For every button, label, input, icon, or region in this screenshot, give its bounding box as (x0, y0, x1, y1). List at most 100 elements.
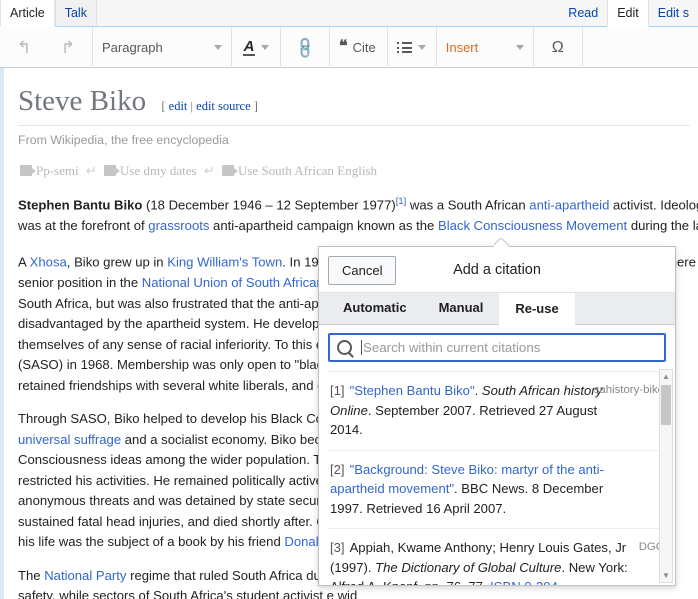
citation-text: . (474, 383, 482, 398)
bracket-separator: | (190, 99, 194, 113)
template-label-0[interactable]: Pp-semi (36, 163, 79, 178)
template-icon (221, 164, 238, 176)
text-run: e wid (323, 588, 358, 599)
dialog-tabs: Automatic Manual Re-use (319, 293, 675, 325)
dialog-beak (494, 238, 511, 247)
namespace-tab-bar: Article Talk Read Edit Edit s (0, 0, 698, 27)
text-run: was at the forefront of (18, 217, 149, 233)
citation-link[interactable]: "Stephen Bantu Biko" (350, 383, 475, 398)
wiki-link[interactable]: King William's Town (167, 255, 282, 270)
tab-re-use[interactable]: Re-use (499, 293, 575, 325)
undo-button[interactable]: ↰ (2, 33, 46, 63)
template-label-2[interactable]: Use South African English (238, 163, 377, 178)
link-button[interactable]: 🔗 (283, 33, 327, 63)
edit-source-link[interactable]: edit source (196, 99, 251, 113)
paragraph-format-label: Paragraph (102, 40, 163, 55)
view-tabs: Read Edit Edit s (559, 0, 698, 27)
wiki-link[interactable]: universal suffrage (18, 432, 121, 447)
link-icon: 🔗 (292, 35, 318, 61)
paragraph-format-group: Paragraph (93, 27, 232, 68)
list-dropdown[interactable] (390, 33, 434, 63)
wiki-link[interactable]: National Union of South African (142, 275, 324, 290)
text-run: safety, while sectors of South Africa's … (18, 588, 324, 599)
scrollbar-thumb[interactable] (661, 385, 671, 425)
text-run: during the late (630, 217, 698, 233)
results-scrollbar[interactable]: ▲ ▼ (659, 369, 673, 583)
text-run: activist. Ideologic (613, 197, 698, 213)
pilcrow-icon: ↵ (203, 162, 215, 178)
wiki-link[interactable]: anti-apartheid (529, 197, 609, 212)
tab-talk[interactable]: Talk (54, 0, 97, 26)
tab-article[interactable]: Article (0, 0, 55, 27)
text-run: retained friendships with several white … (18, 377, 325, 393)
reference-marker[interactable]: [1] (396, 196, 407, 207)
text-run: The (18, 567, 45, 583)
redo-icon: ↱ (60, 38, 76, 57)
wiki-link[interactable]: Xhosa (30, 255, 67, 270)
citation-result-item[interactable]: [1] "Stephen Bantu Biko". South African h… (328, 372, 666, 451)
insert-group: Insert (437, 27, 534, 68)
cite-label: Cite (352, 40, 376, 55)
wiki-link[interactable]: grassroots (148, 218, 209, 233)
template-label-1[interactable]: Use dmy dates (120, 163, 197, 178)
scroll-up-arrow-icon[interactable]: ▲ (660, 370, 672, 383)
citation-source-title: The Dictionary of Global Culture (375, 559, 562, 575)
link-group: 🔗 (281, 27, 330, 68)
special-character-group: Ω (534, 27, 583, 68)
text-run: , Biko grew up in (66, 254, 168, 270)
tab-edit[interactable]: Edit (607, 0, 649, 27)
search-input[interactable]: Search within current citations (328, 333, 666, 362)
citation-number: [2] (330, 461, 345, 477)
insert-dropdown[interactable]: Insert (439, 33, 531, 63)
citation-link[interactable]: 0-394- (524, 579, 562, 585)
text-style-icon: A (242, 37, 256, 57)
special-character-button[interactable]: Ω (536, 33, 580, 63)
text-run: disadvantaged by the apartheid system. H… (18, 316, 320, 332)
namespace-tabs: Article Talk (0, 0, 97, 27)
tab-edit-source[interactable]: Edit s (648, 0, 698, 26)
edit-link[interactable]: edit (169, 99, 188, 113)
add-citation-dialog[interactable]: Cancel Add a citation Automatic Manual R… (318, 246, 676, 586)
wiki-link[interactable]: Black Consciousness Movement (438, 218, 627, 233)
pilcrow-icon: ↵ (85, 162, 97, 178)
search-placeholder: Search within current citations (363, 340, 541, 355)
paragraph-format-dropdown[interactable]: Paragraph (95, 33, 229, 63)
citation-link[interactable]: ISBN (490, 579, 521, 585)
text-run: Through SASO, Biko helped to develop his… (18, 411, 323, 427)
text-run: (18 December 1946 – 12 September 1977) (142, 197, 396, 213)
template-icon (20, 164, 36, 176)
wiki-link[interactable]: National Party (44, 568, 126, 583)
redo-button[interactable]: ↱ (46, 33, 90, 63)
page-title-text: Steve Biko (18, 85, 147, 117)
site-tagline: From Wikipedia, the free encyclopedia (18, 132, 229, 147)
citation-result-item[interactable]: [2] "Background: Steve Biko: martyr of th… (328, 451, 666, 529)
template-markers: Pp-semi ↵ Use dmy dates ↵ Use South Afri… (20, 163, 690, 179)
dialog-title: Add a citation (453, 261, 541, 278)
template-icon (104, 164, 121, 176)
text-run: South Africa, but was also frustrated th… (18, 295, 319, 311)
undo-icon: ↰ (16, 38, 32, 57)
text-run: regime that ruled South Africa du (126, 567, 321, 583)
text-run: senior position in the (18, 275, 142, 291)
text-run: (SASO) in 1968. Membership was only open… (18, 357, 324, 373)
tab-read[interactable]: Read (559, 0, 608, 26)
article-paragraph: safety, while sectors of South Africa's … (18, 586, 690, 599)
citation-results-list[interactable]: [1] "Stephen Bantu Biko". South African h… (328, 371, 666, 585)
chevron-down-icon (261, 45, 270, 50)
text-style-dropdown[interactable]: A (234, 33, 278, 63)
title-edit-links: [ edit | edit source ] (161, 99, 258, 113)
tab-manual[interactable]: Manual (423, 292, 500, 324)
chevron-down-icon (515, 45, 524, 50)
citation-result-item[interactable]: [3] Appiah, Kwame Anthony; Henry Louis Ga… (328, 529, 666, 585)
text-run: and a socialist economy. Biko bec (121, 431, 322, 447)
history-group: ↰ ↱ (0, 27, 93, 68)
citation-key: sahistory-biko (593, 384, 664, 396)
dialog-header: Cancel Add a citation (319, 247, 675, 293)
search-icon (337, 340, 352, 355)
citation-number: [3] (330, 540, 345, 555)
scroll-down-arrow-icon[interactable]: ▼ (660, 569, 672, 582)
tab-automatic[interactable]: Automatic (327, 292, 423, 324)
text-run: anonymous threats and was detained by st… (18, 493, 321, 509)
page-title: Steve Biko [ edit | edit source ] (18, 84, 690, 126)
cite-button[interactable]: ❝ Cite (332, 33, 385, 63)
